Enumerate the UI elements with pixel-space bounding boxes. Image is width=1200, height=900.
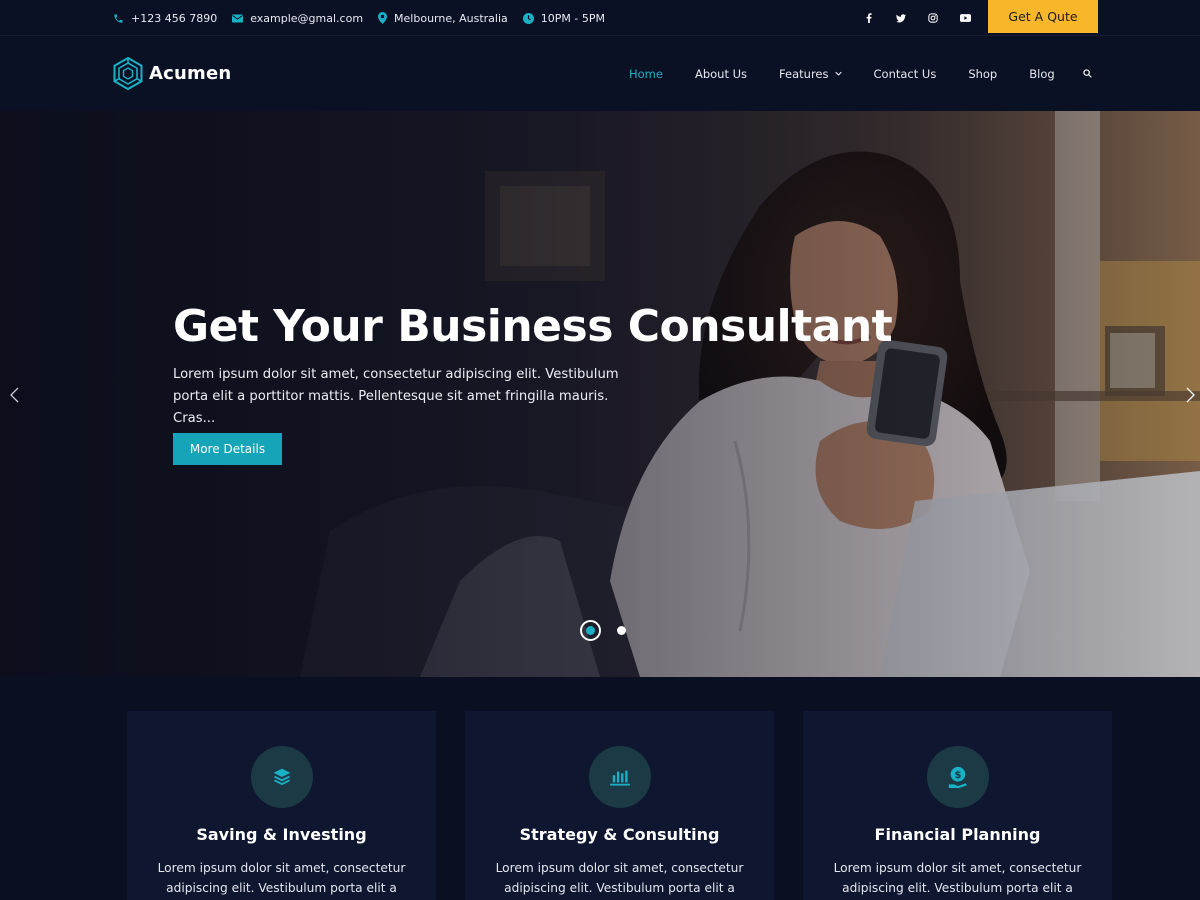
map-pin-icon <box>378 12 388 24</box>
main-header: Acumen Home About Us Features Contact Us… <box>0 36 1200 111</box>
email-address: example@gmal.com <box>250 11 364 25</box>
feature-text: Lorem ipsum dolor sit amet, consectetur … <box>833 861 1082 895</box>
phone-icon <box>114 13 123 23</box>
email-contact[interactable]: example@gmal.com <box>232 12 363 25</box>
feature-icon-circle: $ <box>927 746 989 808</box>
dollar-hand-icon: $ <box>948 766 968 788</box>
chevron-left-icon <box>10 387 19 403</box>
feature-title: Strategy & Consulting <box>519 825 720 844</box>
twitter-icon <box>896 13 906 22</box>
slider-next-button[interactable] <box>1186 387 1195 407</box>
hexagon-logo-icon <box>113 57 143 90</box>
facebook-icon <box>866 13 872 23</box>
nav-contact-us[interactable]: Contact Us <box>858 67 953 81</box>
feature-title: Financial Planning <box>874 825 1041 844</box>
bar-chart-icon <box>610 770 630 786</box>
contact-info: +123 456 7890 example@gmal.com Melbourne… <box>113 0 620 36</box>
feature-card: Saving & Investing Lorem ipsum dolor sit… <box>127 711 436 900</box>
location-contact: Melbourne, Australia <box>378 12 508 25</box>
twitter-link[interactable] <box>890 7 912 29</box>
search-button[interactable] <box>1082 69 1092 78</box>
slider-pagination <box>580 620 626 641</box>
nav-features[interactable]: Features <box>763 67 857 81</box>
feature-card: Strategy & Consulting Lorem ipsum dolor … <box>465 711 774 900</box>
hero-slider: Get Your Business Consultant Lorem ipsum… <box>0 111 1200 677</box>
hours-text: 10PM - 5PM <box>540 11 605 25</box>
site-logo[interactable]: Acumen <box>113 57 231 90</box>
nav-shop[interactable]: Shop <box>952 67 1013 81</box>
feature-text: Lorem ipsum dolor sit amet, consectetur … <box>495 861 744 895</box>
youtube-link[interactable] <box>954 7 976 29</box>
social-links <box>858 0 986 36</box>
main-nav: Home About Us Features Contact Us Shop B… <box>613 36 1092 111</box>
features-section: Saving & Investing Lorem ipsum dolor sit… <box>0 677 1200 900</box>
nav-about-us[interactable]: About Us <box>679 67 763 81</box>
feature-card: $ Financial Planning Lorem ipsum dolor s… <box>803 711 1112 900</box>
nav-features-label: Features <box>779 66 829 81</box>
facebook-link[interactable] <box>858 7 880 29</box>
slider-dot-1[interactable] <box>580 620 601 641</box>
feature-title: Saving & Investing <box>196 825 367 844</box>
phone-number: +123 456 7890 <box>131 11 218 25</box>
get-quote-button[interactable]: Get A Qute <box>988 0 1098 33</box>
layers-icon <box>273 768 291 786</box>
slider-dot-2[interactable] <box>617 626 626 635</box>
nav-blog[interactable]: Blog <box>1013 67 1070 81</box>
logo-text: Acumen <box>149 63 232 84</box>
location-text: Melbourne, Australia <box>394 11 508 25</box>
instagram-icon <box>928 13 938 23</box>
hours-contact: 10PM - 5PM <box>522 11 605 25</box>
chevron-down-icon <box>834 71 842 76</box>
nav-home[interactable]: Home <box>613 67 679 81</box>
hero-description: Lorem ipsum dolor sit amet, consectetur … <box>173 367 619 426</box>
top-bar: +123 456 7890 example@gmal.com Melbourne… <box>0 0 1200 36</box>
instagram-link[interactable] <box>922 7 944 29</box>
more-details-button[interactable]: More Details <box>173 433 282 465</box>
feature-text: Lorem ipsum dolor sit amet, consectetur … <box>157 861 406 895</box>
feature-icon-circle <box>251 746 313 808</box>
clock-icon <box>522 12 534 24</box>
feature-icon-circle <box>589 746 651 808</box>
youtube-icon <box>959 14 971 22</box>
chevron-right-icon <box>1186 387 1195 403</box>
hero-title: Get Your Business Consultant <box>173 301 893 352</box>
envelope-icon <box>232 14 244 22</box>
slider-prev-button[interactable] <box>10 387 19 407</box>
search-icon <box>1082 69 1092 78</box>
phone-contact[interactable]: +123 456 7890 <box>113 12 217 25</box>
svg-text:$: $ <box>954 770 961 781</box>
